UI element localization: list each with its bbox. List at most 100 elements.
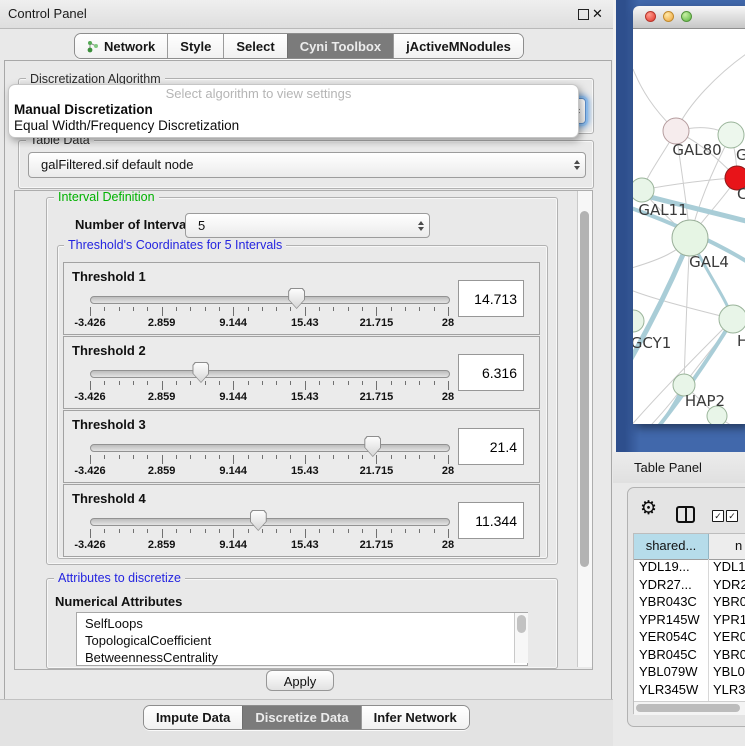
- table-row[interactable]: YER054CYER0: [634, 629, 745, 647]
- slider-track[interactable]: [90, 444, 450, 452]
- horizontal-scrollbar[interactable]: [634, 701, 745, 715]
- tab-impute-data[interactable]: Impute Data: [144, 706, 242, 729]
- tab-select[interactable]: Select: [223, 34, 286, 58]
- node-label: H: [737, 332, 745, 350]
- list-scrollbar[interactable]: [514, 613, 528, 663]
- tab-infer-network[interactable]: Infer Network: [361, 706, 469, 729]
- control-panel-tabs: Network Style Select Cyni Toolbox jActiv…: [74, 33, 524, 59]
- tick-label: 21.715: [360, 465, 394, 477]
- threshold-value-field[interactable]: [458, 502, 524, 539]
- list-item[interactable]: BetweennessCentrality: [77, 649, 527, 666]
- threshold-label: Threshold 1: [72, 269, 146, 284]
- node-green[interactable]: [633, 310, 644, 332]
- table-row[interactable]: YLR345WYLR3: [634, 682, 745, 700]
- column-header-name[interactable]: n: [709, 534, 745, 559]
- zoom-traffic-light-icon[interactable]: [681, 11, 692, 22]
- slider-thumb[interactable]: [288, 288, 305, 309]
- vertical-scrollbar[interactable]: [577, 191, 592, 667]
- tick-label: 21.715: [360, 539, 394, 551]
- slider-thumb[interactable]: [192, 362, 209, 383]
- numerical-attributes-list: SelfLoops TopologicalCoefficient Between…: [76, 612, 528, 666]
- slider-ticks: [90, 529, 448, 539]
- tick-label: 2.859: [148, 391, 176, 403]
- thresholds-group-title: Threshold's Coordinates for 5 Intervals: [64, 239, 286, 252]
- close-icon[interactable]: ✕: [592, 6, 603, 22]
- slider-track[interactable]: [90, 518, 450, 526]
- apply-button[interactable]: Apply: [266, 670, 334, 691]
- node-green-gal4[interactable]: [672, 220, 708, 256]
- tick-label: 28: [442, 465, 454, 477]
- slider-track[interactable]: [90, 296, 450, 304]
- gear-icon[interactable]: ⚙: [640, 499, 657, 518]
- threshold-value-field[interactable]: [458, 280, 524, 317]
- list-item[interactable]: SelfLoops: [77, 613, 527, 632]
- number-of-intervals-combobox[interactable]: 5: [185, 213, 430, 238]
- tab-discretize-data[interactable]: Discretize Data: [242, 706, 360, 729]
- table-row[interactable]: YDR27...YDR2: [634, 577, 745, 595]
- tick-label: 28: [442, 391, 454, 403]
- node-label: GAL11: [638, 201, 687, 219]
- table-rows: YDL19...YDL1 YDR27...YDR2 YBR043CYBR0 YP…: [634, 559, 745, 701]
- tick-label: 28: [442, 317, 454, 329]
- slider-track[interactable]: [90, 370, 450, 378]
- node-label: GAL80: [672, 141, 721, 159]
- table-data-combobox[interactable]: galFiltered.sif default node: [28, 152, 586, 178]
- network-view-window: GAL80 GA C GAL11 GAL4 GCY1 H HAP2: [633, 6, 745, 424]
- dropdown-item-equal-width-frequency[interactable]: Equal Width/Frequency Discretization: [9, 118, 578, 134]
- tick-label: 15.43: [291, 391, 319, 403]
- float-window-icon[interactable]: [578, 9, 589, 20]
- threshold-panel-4: Threshold 4 -3.426 2.859 9.144 15.43 21.…: [63, 484, 540, 557]
- node-green[interactable]: [633, 178, 654, 202]
- list-item[interactable]: TopologicalCoefficient: [77, 632, 527, 649]
- network-nodes: [633, 118, 745, 424]
- tab-style[interactable]: Style: [167, 34, 223, 58]
- table-row[interactable]: YPR145WYPR1: [634, 612, 745, 630]
- split-columns-icon[interactable]: [676, 506, 695, 523]
- table-row[interactable]: YBR043CYBR0: [634, 594, 745, 612]
- threshold-value-field[interactable]: [458, 354, 524, 391]
- scrollbar-thumb[interactable]: [517, 615, 526, 633]
- tick-label: 2.859: [148, 317, 176, 329]
- minimize-traffic-light-icon[interactable]: [663, 11, 674, 22]
- node-label: HAP2: [685, 392, 725, 410]
- select-none-checkbox-icon[interactable]: ✓: [726, 510, 738, 522]
- tab-network[interactable]: Network: [75, 34, 167, 58]
- table-row[interactable]: YBR045CYBR0: [634, 647, 745, 665]
- tab-cyni-toolbox[interactable]: Cyni Toolbox: [287, 34, 393, 58]
- tick-label: 21.715: [360, 317, 394, 329]
- combobox-stepper-icon: [574, 160, 580, 170]
- dropdown-item-manual-discretization[interactable]: Manual Discretization: [9, 102, 578, 118]
- select-all-checkbox-icon[interactable]: ✓: [712, 510, 724, 522]
- scrollbar-thumb[interactable]: [636, 704, 740, 712]
- scrollbar-thumb[interactable]: [580, 211, 589, 567]
- column-header-shared-name[interactable]: shared...: [634, 534, 709, 559]
- app-root: { "titlebar": {"title": "Control Panel",…: [0, 0, 745, 745]
- tick-label: 15.43: [291, 465, 319, 477]
- threshold-value-field[interactable]: [458, 428, 524, 465]
- node-green[interactable]: [719, 305, 745, 333]
- network-canvas[interactable]: GAL80 GA C GAL11 GAL4 GCY1 H HAP2: [633, 29, 745, 424]
- table-panel-box: ⚙ ✓ ✓ shared... n YDL19...YDL1 YDR27...Y…: [627, 487, 745, 727]
- dropdown-prompt: Select algorithm to view settings: [9, 85, 578, 102]
- node-label: GAL4: [689, 253, 729, 271]
- tick-label: 2.859: [148, 539, 176, 551]
- network-window-titlebar[interactable]: [633, 6, 745, 29]
- table-row[interactable]: YBL079WYBL0: [634, 664, 745, 682]
- tick-label: 9.144: [219, 391, 247, 403]
- combobox-stepper-icon: [418, 221, 424, 231]
- slider-thumb[interactable]: [250, 510, 267, 531]
- cyni-mode-tabs: Impute Data Discretize Data Infer Networ…: [143, 705, 470, 730]
- slider-tick-labels: -3.426 2.859 9.144 15.43 21.715 28: [90, 465, 448, 477]
- close-traffic-light-icon[interactable]: [645, 11, 656, 22]
- slider-thumb[interactable]: [364, 436, 381, 457]
- network-graph: GAL80 GA C GAL11 GAL4 GCY1 H HAP2: [633, 29, 745, 424]
- slider-tick-labels: -3.426 2.859 9.144 15.43 21.715 28: [90, 317, 448, 329]
- tick-label: 15.43: [291, 317, 319, 329]
- tick-label: -3.426: [74, 465, 105, 477]
- algorithm-dropdown-popup: Select algorithm to view settings Manual…: [8, 84, 579, 138]
- table-row[interactable]: YDL19...YDL1: [634, 559, 745, 577]
- slider-tick-labels: -3.426 2.859 9.144 15.43 21.715 28: [90, 539, 448, 551]
- tab-jactivemnodules[interactable]: jActiveMNodules: [393, 34, 523, 58]
- slider-tick-labels: -3.426 2.859 9.144 15.43 21.715 28: [90, 391, 448, 403]
- node-green[interactable]: [718, 122, 744, 148]
